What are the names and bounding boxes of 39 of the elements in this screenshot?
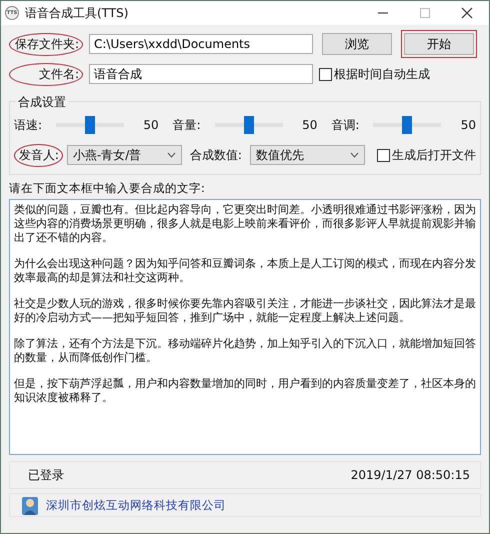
slider-label: 音量: <box>172 116 202 134</box>
checkbox-label: 生成后打开文件 <box>392 146 476 164</box>
slider-thumb[interactable] <box>85 116 95 134</box>
timestamp: 2019/1/27 08:50:15 <box>350 468 470 482</box>
mode-dropdown[interactable]: 数值优先 <box>250 145 365 165</box>
slider-value: 50 <box>143 118 159 132</box>
paragraph: 为什么会出现这种问题？因为知乎问答和豆瓣词条，本质上是人工订阅的模式，而现在内容分发效率最高的却是算法和社交这两种。 <box>14 257 476 285</box>
slider-value: 50 <box>302 118 318 132</box>
slider-thumb[interactable] <box>244 116 254 134</box>
group-title: 合成设置 <box>16 94 68 111</box>
browse-button[interactable]: 浏览 <box>322 33 392 55</box>
caret-icon <box>166 152 176 158</box>
close-icon[interactable] <box>461 7 473 19</box>
paragraph: 社交是少数人玩的游戏，很多时候你要先靠内容吸引关注，才能进一步谈社交，因此算法才是最好的冷启动方式——把知乎短回答，推到广场中，就能一定程度上解决上述问题。 <box>14 297 476 325</box>
folder-field[interactable]: C:\Users\xxdd\Documents <box>89 34 313 54</box>
window-title: 语音合成工具(TTS) <box>25 4 128 22</box>
voice-dropdown[interactable]: 小燕-青女/普 <box>66 145 182 165</box>
company-link[interactable]: 深圳市创炫互动网络科技有限公司 <box>46 498 226 512</box>
caret-icon <box>350 152 359 158</box>
paragraph: 但是，按下葫芦浮起瓢，用户和内容数量增加的同时，用户看到的内容质量变差了，社区本身的知识浓度被稀释了。 <box>14 377 476 405</box>
mode-label: 合成数值: <box>188 146 243 164</box>
start-button[interactable]: 开始 <box>404 33 474 55</box>
slider-label: 语速: <box>14 116 44 134</box>
filename-field[interactable]: 语音合成 <box>89 64 313 84</box>
login-status: 已登录 <box>28 466 64 484</box>
slider-value: 50 <box>460 118 476 132</box>
person-icon <box>22 495 38 515</box>
slider-label: 音调: <box>331 116 360 134</box>
paragraph: 类似的问题，豆瓣也有。但比起内容导向，它更突出时间差。小透明很难通过书影评涨粉，因为这些内容的消费场景更明确，很多人就是电影上映前来看评价，而很多影评人早就提前观影并输出了还不错的内容。 <box>14 203 476 245</box>
checkbox-label: 根据时间自动生成 <box>334 66 430 82</box>
folder-label: 保存文件夹: <box>9 32 83 56</box>
voice-label: 发音人: <box>14 144 63 166</box>
filename-label: 文件名: <box>9 62 83 86</box>
checkbox[interactable] <box>377 148 390 162</box>
checkbox[interactable] <box>319 68 332 80</box>
slider-thumb[interactable] <box>402 116 412 134</box>
text-area[interactable] <box>9 199 481 455</box>
paragraph: 除了算法，还有个方法是下沉。移动端碎片化趋势，加上知乎引入的下沉入口，就能增加短回答的数量，从而降低创作门槛。 <box>14 337 476 365</box>
prompt-text: 请在下面文本框中输入要合成的文字: <box>9 181 206 196</box>
